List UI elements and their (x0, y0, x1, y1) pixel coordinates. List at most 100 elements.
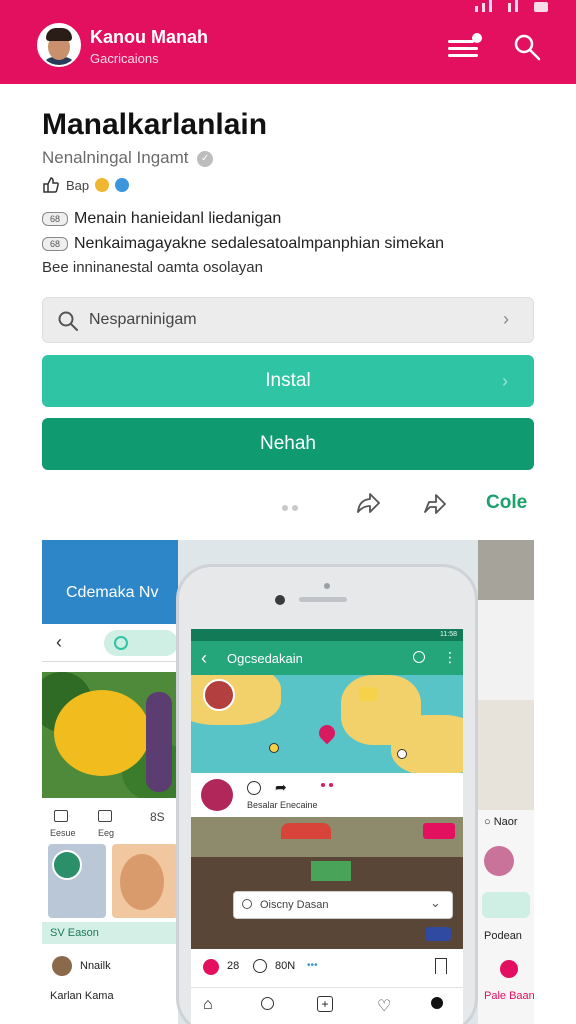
right-card-label-3: Pale Baan (484, 990, 534, 1002)
reaction-bar: 28 80N ••• (191, 949, 463, 985)
left-user-name-2: Karlan Kama (50, 990, 114, 1002)
search-icon[interactable] (261, 997, 274, 1010)
left-card-toolbar: ‹ (42, 626, 178, 662)
left-card-banner: SV Eason (42, 922, 178, 944)
chevron-down-icon: ⌄ (430, 895, 441, 910)
left-card-header: Cdemaka Nv (42, 540, 178, 624)
phone-search-input[interactable]: Oiscny Dasan ⌄ (233, 891, 453, 919)
description-line-3: Bee inninanestal oamta osolayan (42, 259, 263, 276)
search-icon (242, 899, 252, 909)
developer-label: Nenalningal Ingamt (42, 148, 189, 167)
phone-screen-title: Ogcsedakain (227, 651, 303, 666)
tag-pill: 68 (42, 211, 68, 226)
post-header: ➦ Besalar Enecaine (191, 773, 463, 817)
share-icon[interactable]: ➦ (275, 779, 287, 796)
search-input[interactable]: Nesparninigam › (42, 297, 534, 343)
emoji-icon (95, 178, 110, 192)
home-icon[interactable]: ⌂ (203, 996, 213, 1014)
menu-button[interactable] (446, 30, 486, 62)
thumbnail (112, 844, 178, 918)
description-text-1: Menain hanieidanl liedanigan (74, 210, 282, 227)
screenshot-gallery[interactable]: Cdemaka Nv ‹ Eesue Eeg 8S SV Eason Nnail… (42, 540, 534, 1024)
search-icon[interactable] (512, 32, 542, 62)
install-label: Instal (265, 370, 311, 391)
map-pin-icon (315, 721, 339, 745)
avatar (203, 679, 235, 711)
cole-link[interactable]: Cole (486, 492, 527, 514)
avatar (201, 779, 233, 811)
status-bar-icons (475, 0, 548, 12)
left-user-row-2: Karlan Kama (42, 988, 178, 1008)
bookmark-icon[interactable] (435, 958, 447, 974)
market-photo (191, 817, 463, 949)
search-icon: ○ (484, 816, 491, 828)
map-pin-icon (269, 743, 279, 753)
map-pin-icon (397, 749, 407, 759)
phone-screen[interactable]: 11:58 ‹ Ogcsedakain ⋮ ➦ Besalar Enecaine… (191, 629, 463, 1024)
add-icon[interactable]: + (317, 996, 333, 1012)
phone-search-value: Oiscny Dasan (260, 899, 329, 911)
header-subtitle: Gacricaions (90, 51, 159, 66)
left-icon-label-1: Eesue (50, 828, 76, 838)
left-user-name: Nnailk (80, 960, 111, 972)
left-card-actions: Eesue Eeg 8S (42, 802, 178, 848)
rating-label: Bap (66, 177, 90, 193)
avatar (52, 956, 72, 976)
map-marker-icon (359, 687, 377, 701)
dots-indicator (321, 783, 325, 787)
search-icon (58, 311, 78, 331)
right-card-pill (482, 892, 530, 918)
chevron-right-icon: › (503, 309, 509, 329)
phone-status-bar: 11:58 (191, 629, 463, 641)
heart-icon[interactable]: ♡ (377, 996, 391, 1016)
left-thumbnails (48, 844, 178, 918)
heart-icon (500, 960, 518, 978)
share-icon[interactable] (413, 651, 425, 663)
avatar (484, 846, 514, 876)
left-user-row: Nnailk (42, 954, 178, 980)
search-value: Nesparninigam (89, 311, 197, 328)
verified-icon: ✓ (197, 150, 214, 167)
building-photo (478, 540, 534, 760)
comment-count: 80N (275, 960, 296, 972)
install-button[interactable]: Instal › (42, 355, 534, 407)
rating-row: Bap (42, 175, 130, 195)
header-username: Kanou Manah (90, 27, 209, 47)
page-indicator (282, 498, 312, 511)
phone-app-bar: ‹ Ogcsedakain ⋮ (191, 641, 463, 675)
post-subtitle: Besalar Enecaine (247, 800, 318, 810)
app-title: Manalkarlanlain (42, 108, 268, 141)
left-card-pill (104, 630, 178, 656)
left-icon-label-2: Eeg (98, 828, 115, 838)
forward-icon[interactable] (420, 490, 448, 518)
open-label: Nehah (260, 433, 316, 454)
profile-icon[interactable] (431, 997, 443, 1009)
open-button[interactable]: Nehah (42, 418, 534, 470)
dots-indicator: ••• (307, 960, 318, 971)
map-view[interactable] (191, 675, 463, 773)
thumbs-up-icon (43, 177, 59, 193)
screenshot-card-left[interactable]: Cdemaka Nv ‹ Eesue Eeg 8S SV Eason Nnail… (42, 540, 178, 1024)
edit-icon (98, 810, 112, 822)
comment-icon[interactable] (253, 959, 267, 973)
developer-name[interactable]: Nenalningal Ingamt ✓ (42, 148, 214, 168)
back-icon[interactable]: ‹ (201, 648, 207, 669)
screenshot-card-right[interactable]: ○ Naor Podean Pale Baan (478, 540, 534, 1024)
left-card-title: Cdemaka Nv (66, 584, 159, 601)
right-card-label-2: Podean (484, 930, 522, 942)
app-header: Kanou Manah Gacricaions (0, 0, 576, 84)
tag-pill: 68 (42, 236, 68, 251)
more-icon[interactable]: ⋮ (443, 649, 457, 666)
heart-icon[interactable] (203, 959, 219, 975)
avatar[interactable] (37, 23, 81, 67)
badge-icon (115, 178, 130, 192)
description-line-1: 68 Menain hanieidanl liedanigan (42, 210, 281, 228)
thumbnail (48, 844, 106, 918)
description-text-2: Nenkaimagayakne sedalesatoalmpanphian si… (74, 235, 445, 252)
right-card-label-1: ○ Naor (484, 816, 518, 828)
comment-icon[interactable] (247, 781, 261, 795)
like-count: 28 (227, 960, 240, 972)
share-icon[interactable] (354, 490, 382, 518)
notification-dot (472, 33, 482, 43)
camera-icon (275, 595, 285, 605)
